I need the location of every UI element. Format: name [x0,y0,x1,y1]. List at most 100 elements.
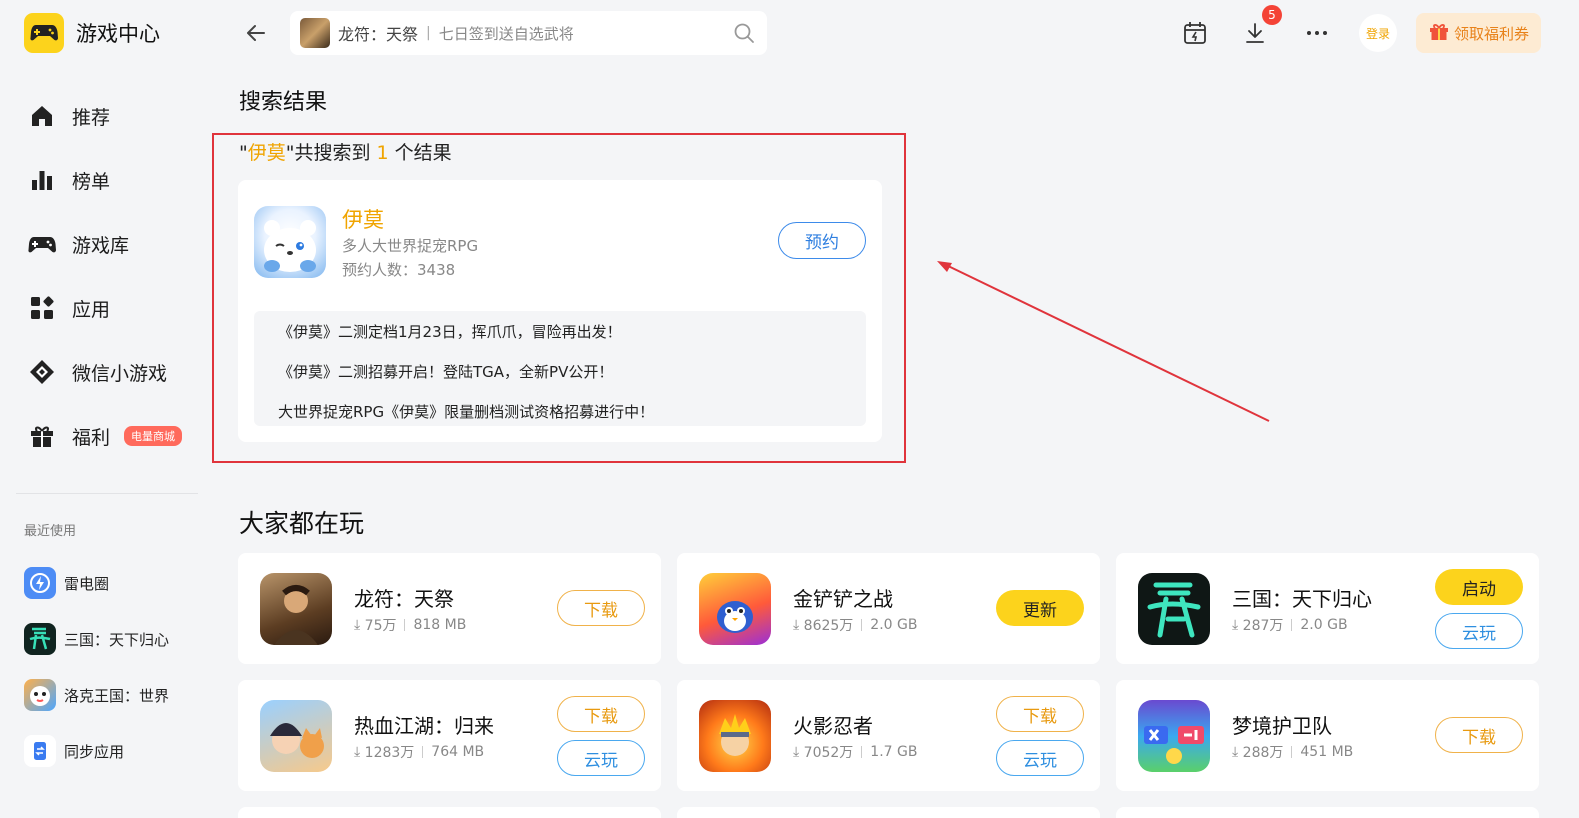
game-name[interactable]: 热血江湖：归来 [354,710,494,739]
download-button[interactable]: 下载 [557,590,645,626]
game-card[interactable]: 火影忍者 ⤓ 7052万 1.7 GB 下载 云玩 [677,680,1100,791]
download-button[interactable]: 下载 [996,696,1084,732]
recent-item-sync-apps[interactable]: 同步应用 [24,723,169,779]
game-name[interactable]: 金铲铲之战 [793,583,893,612]
game-card-partial[interactable] [677,807,1100,818]
download-icon[interactable] [1242,20,1268,46]
coupon-button[interactable]: 领取福利券 [1416,13,1541,53]
leidian-icon [24,567,56,599]
brand[interactable]: 游戏中心 [24,13,160,53]
game-downloads: 8625万 [803,618,854,634]
sidebar-item-game-library[interactable]: 游戏库 [28,212,182,276]
rexuejianghu-game-icon [260,700,332,772]
result-reserve-count: 预约人数：3438 [342,261,456,279]
cloud-play-button[interactable]: 云玩 [996,740,1084,776]
sidebar-item-label: 微信小游戏 [72,362,168,385]
popular-title: 大家都在玩 [239,509,365,538]
search-game-thumbnail [300,18,330,48]
game-meta: ⤓ 1283万 764 MB [354,742,484,762]
ranking-icon [28,166,56,194]
gamepad-icon [28,230,56,258]
recent-title: 最近使用 [24,524,77,539]
recent-item-sanguo[interactable]: 三国：天下归心 [24,611,169,667]
search-bar[interactable]: 龙符：天祭 | 七日签到送自选武将 [290,11,767,55]
search-result-title: 搜索结果 [239,90,328,115]
game-card-partial[interactable] [238,807,661,818]
game-meta: ⤓ 287万 2.0 GB [1232,615,1348,635]
sanguo-game-icon [1138,573,1210,645]
cloud-play-button[interactable]: 云玩 [557,740,645,776]
sidebar-item-ranking[interactable]: 榜单 [28,148,182,212]
launch-button[interactable]: 启动 [1435,569,1523,605]
search-hint: 七日签到送自选武将 [438,24,574,43]
sidebar-divider [16,493,198,494]
diamond-icon [28,358,56,386]
game-card[interactable]: 金铲铲之战 ⤓ 8625万 2.0 GB 更新 [677,553,1100,664]
coupon-label: 领取福利券 [1453,24,1529,43]
game-downloads: 1283万 [364,745,415,761]
download-button[interactable]: 下载 [1435,717,1523,753]
news-item[interactable]: 大世界捉宠RPG《伊莫》限量删档测试资格招募进行中！ [278,391,866,431]
download-count-icon: ⤓ [793,617,800,633]
more-icon[interactable] [1304,20,1330,46]
reserve-button[interactable]: 预约 [778,222,866,259]
download-button[interactable]: 下载 [557,696,645,732]
game-meta: ⤓ 288万 451 MB [1232,742,1353,762]
game-card[interactable]: 梦境护卫队 ⤓ 288万 451 MB 下载 [1116,680,1539,791]
cloud-play-button[interactable]: 云玩 [1435,613,1523,649]
recent-item-roco[interactable]: 洛克王国：世界 [24,667,169,723]
sidebar-item-label: 榜单 [72,170,111,193]
news-item[interactable]: 《伊莫》二测定档1月23日，挥爪爪，冒险再出发！ [278,311,866,351]
app-title: 游戏中心 [76,22,160,46]
sidebar: 游戏中心 推荐 榜单 游戏库 应用 微信小游戏 福利 电量商城 最近使用 雷电圈… [0,0,210,818]
summary-count: 1 [376,142,389,164]
recent-item-label: 洛克王国：世界 [64,686,170,705]
gamepad-icon [24,13,64,53]
mengjing-game-icon [1138,700,1210,772]
search-game-name: 龙符：天祭 [338,25,419,44]
recent-item-label: 雷电圈 [64,574,110,593]
game-card[interactable]: 热血江湖：归来 ⤓ 1283万 764 MB 下载 云玩 [238,680,661,791]
game-downloads: 75万 [364,618,397,634]
game-card-partial[interactable] [1116,807,1539,818]
game-name[interactable]: 三国：天下归心 [1232,583,1372,612]
search-result-card[interactable]: 伊莫 多人大世界捉宠RPG 预约人数：3438 预约 《伊莫》二测定档1月23日… [238,180,882,442]
recent-item-leidianquan[interactable]: 雷电圈 [24,555,169,611]
news-list: 《伊莫》二测定档1月23日，挥爪爪，冒险再出发！ 《伊莫》二测招募开启！登陆TG… [254,311,866,426]
game-name[interactable]: 梦境护卫队 [1232,710,1332,739]
sidebar-nav: 推荐 榜单 游戏库 应用 微信小游戏 福利 电量商城 [28,84,183,468]
yimo-game-icon [254,206,326,278]
login-button[interactable]: 登录 [1359,14,1397,52]
game-size: 2.0 GB [1300,617,1348,633]
home-icon [28,102,56,130]
gift-box-icon [1428,20,1450,46]
search-icon[interactable] [733,22,755,48]
recent-list: 雷电圈 三国：天下归心 洛克王国：世界 同步应用 [24,555,169,779]
download-count-icon: ⤓ [1232,617,1239,633]
roco-game-icon [24,679,56,711]
summary-quote: " [239,142,248,164]
sidebar-item-apps[interactable]: 应用 [28,276,182,340]
game-size: 818 MB [413,617,467,633]
result-game-name[interactable]: 伊莫 [342,204,384,234]
calendar-icon[interactable] [1182,20,1208,46]
sidebar-item-label: 推荐 [72,106,111,129]
search-summary: "伊莫"共搜索到 1 个结果 [239,138,452,165]
game-card[interactable]: 龙符：天祭 ⤓ 75万 818 MB 下载 [238,553,661,664]
sidebar-item-wechat-games[interactable]: 微信小游戏 [28,340,182,404]
game-downloads: 288万 [1242,745,1284,761]
news-item[interactable]: 《伊莫》二测招募开启！登陆TGA，全新PV公开！ [278,351,866,391]
apps-icon [28,294,56,322]
summary-keyword: 伊莫 [247,142,286,164]
game-name[interactable]: 龙符：天祭 [354,583,454,612]
game-name[interactable]: 火影忍者 [793,710,873,739]
download-count-badge: 5 [1262,5,1282,25]
sidebar-item-recommend[interactable]: 推荐 [28,84,182,148]
summary-mid: "共搜索到 [285,142,377,164]
update-button[interactable]: 更新 [996,590,1084,626]
sidebar-item-welfare[interactable]: 福利 电量商城 [28,404,183,468]
sanguo-game-icon [24,623,56,655]
game-card[interactable]: 三国：天下归心 ⤓ 287万 2.0 GB 启动 云玩 [1116,553,1539,664]
recent-item-label: 同步应用 [64,742,125,761]
back-arrow-icon[interactable] [244,21,268,45]
